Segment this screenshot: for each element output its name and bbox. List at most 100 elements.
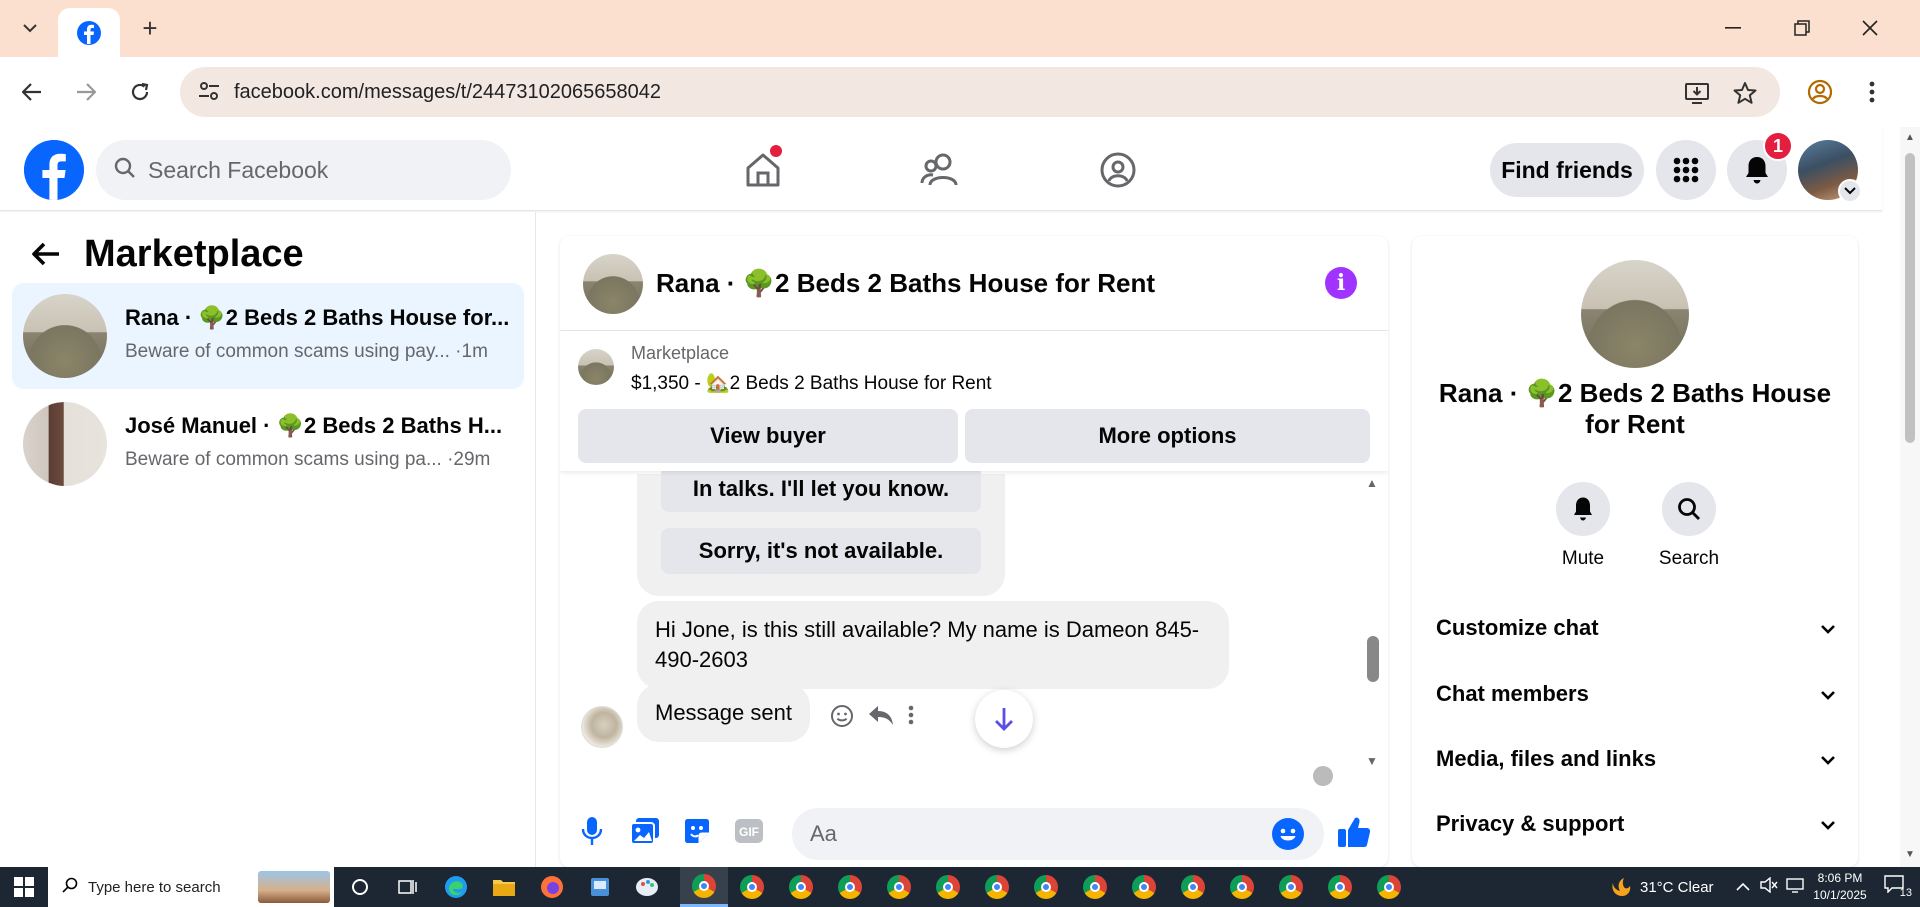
view-buyer-button[interactable]: View buyer: [578, 409, 958, 463]
chevron-up-icon[interactable]: [1736, 879, 1750, 896]
speaker-muted-icon[interactable]: [1760, 876, 1778, 897]
photo-icon[interactable]: [628, 814, 662, 848]
chrome-icon[interactable]: [1022, 867, 1070, 907]
more-options-button[interactable]: More options: [965, 409, 1370, 463]
like-thumb-icon[interactable]: [1336, 814, 1372, 850]
listing-thumbnail[interactable]: [578, 349, 614, 385]
task-view-icon[interactable]: [384, 867, 432, 907]
microphone-icon[interactable]: [575, 814, 609, 848]
chrome-icon[interactable]: [973, 867, 1021, 907]
file-explorer-icon[interactable]: [480, 867, 528, 907]
scroll-down-arrow[interactable]: ▼: [1905, 849, 1915, 860]
chrome-icon[interactable]: [1169, 867, 1217, 907]
conversation-name: José Manuel · 🌳2 Beds 2 Baths H...: [125, 413, 503, 438]
browser-tab-facebook[interactable]: [58, 8, 120, 57]
chrome-icon[interactable]: [1120, 867, 1168, 907]
react-emoji-icon[interactable]: [830, 704, 854, 735]
scrollbar-thumb[interactable]: [1905, 153, 1915, 443]
reload-button[interactable]: [122, 74, 158, 110]
paint-icon[interactable]: [624, 867, 672, 907]
menu-grid-button[interactable]: [1656, 140, 1716, 200]
address-url[interactable]: facebook.com/messages/t/2447310206565804…: [234, 81, 661, 104]
find-friends-button[interactable]: Find friends: [1490, 143, 1644, 197]
info-thumbnail[interactable]: [1581, 260, 1689, 368]
conversation-preview: Beware of common scams using pay... ·1m: [125, 341, 488, 362]
browser-menu-button[interactable]: [1854, 74, 1890, 110]
chrome-icon[interactable]: [1218, 867, 1266, 907]
chat-scroll-up-arrow[interactable]: ▲: [1366, 476, 1378, 490]
scroll-up-arrow[interactable]: ▲: [1905, 132, 1915, 143]
chrome-icon[interactable]: [826, 867, 874, 907]
info-icon[interactable]: i: [1325, 267, 1357, 299]
back-arrow-icon[interactable]: [24, 232, 68, 276]
conversation-item[interactable]: Rana · 🌳2 Beds 2 Baths House for... Bewa…: [12, 283, 524, 389]
chrome-icon[interactable]: [1071, 867, 1119, 907]
mute-button[interactable]: Mute: [1543, 482, 1623, 570]
app-icon[interactable]: [576, 867, 624, 907]
firefox-icon[interactable]: [528, 867, 576, 907]
bookmark-star-icon[interactable]: [1732, 80, 1758, 106]
page-scrollbar[interactable]: ▲ ▼: [1900, 127, 1920, 867]
chat-thumbnail[interactable]: [583, 254, 643, 314]
search-icon: [114, 157, 136, 185]
browser-profile-button[interactable]: [1802, 74, 1838, 110]
chrome-icon[interactable]: [1316, 867, 1364, 907]
arrow-down-icon: [995, 708, 1013, 731]
privacy-support-section[interactable]: Privacy & support: [1436, 804, 1836, 844]
install-app-icon[interactable]: [1684, 80, 1710, 106]
nav-tab-home[interactable]: [718, 135, 808, 205]
system-clock[interactable]: 8:06 PM 10/1/2025: [1800, 870, 1880, 904]
listing-price[interactable]: $1,350 - 🏡2 Beds 2 Baths House for Rent: [631, 371, 992, 395]
nav-tab-friends[interactable]: [895, 135, 985, 205]
chrome-icon[interactable]: [924, 867, 972, 907]
chrome-icon[interactable]: [777, 867, 825, 907]
search-icon: [1662, 482, 1716, 536]
chrome-icon[interactable]: [728, 867, 776, 907]
forward-button[interactable]: [68, 74, 104, 110]
chevron-down-icon[interactable]: [1838, 179, 1862, 203]
quick-reply-button[interactable]: In talks. I'll let you know.: [661, 466, 981, 512]
chrome-icon[interactable]: [1267, 867, 1315, 907]
search-input[interactable]: [148, 140, 498, 200]
chevron-down-icon: [1820, 618, 1836, 639]
close-window-button[interactable]: [1845, 10, 1895, 46]
message-input-box[interactable]: [792, 808, 1324, 860]
tab-search-button[interactable]: [12, 12, 48, 44]
gif-icon[interactable]: GIF: [732, 814, 766, 848]
chrome-icon[interactable]: [1365, 867, 1413, 907]
customize-chat-section[interactable]: Customize chat: [1436, 608, 1836, 648]
cortana-icon[interactable]: [336, 867, 384, 907]
chrome-icon[interactable]: [680, 867, 728, 907]
site-info-icon[interactable]: [198, 81, 220, 106]
chrome-icon[interactable]: [875, 867, 923, 907]
nav-tab-groups[interactable]: [1073, 135, 1163, 205]
quick-reply-button[interactable]: Sorry, it's not available.: [661, 528, 981, 574]
new-tab-button[interactable]: +: [134, 12, 166, 44]
reply-icon[interactable]: [868, 704, 894, 735]
minimize-button[interactable]: [1708, 10, 1758, 46]
address-bar[interactable]: facebook.com/messages/t/2447310206565804…: [180, 67, 1780, 117]
restore-button[interactable]: [1777, 10, 1827, 46]
chat-members-section[interactable]: Chat members: [1436, 674, 1836, 714]
facebook-logo[interactable]: [24, 140, 84, 200]
conversation-item[interactable]: José Manuel · 🌳2 Beds 2 Baths H... Bewar…: [12, 391, 524, 497]
back-button[interactable]: [14, 74, 50, 110]
more-actions-icon[interactable]: [908, 704, 914, 735]
weather-widget[interactable]: 31°C Clear: [1610, 867, 1714, 907]
taskbar-search[interactable]: Type here to search: [48, 867, 334, 907]
chat-scrollbar-thumb[interactable]: [1367, 636, 1379, 682]
sender-avatar[interactable]: [581, 706, 623, 748]
emoji-icon[interactable]: [1272, 818, 1304, 850]
notification-center-button[interactable]: 13: [1882, 875, 1912, 899]
message-input[interactable]: [810, 808, 1260, 860]
search-in-chat-button[interactable]: Search: [1649, 482, 1729, 570]
sticker-icon[interactable]: [680, 814, 714, 848]
media-files-links-section[interactable]: Media, files and links: [1436, 739, 1836, 779]
edge-icon[interactable]: [432, 867, 480, 907]
scroll-to-bottom-button[interactable]: [975, 690, 1033, 748]
start-button[interactable]: [0, 867, 48, 907]
chat-title[interactable]: Rana · 🌳2 Beds 2 Baths House for Rent: [656, 268, 1155, 299]
facebook-search[interactable]: [96, 140, 511, 200]
restore-icon: [1794, 20, 1810, 36]
chat-scroll-down-arrow[interactable]: ▼: [1366, 754, 1378, 768]
